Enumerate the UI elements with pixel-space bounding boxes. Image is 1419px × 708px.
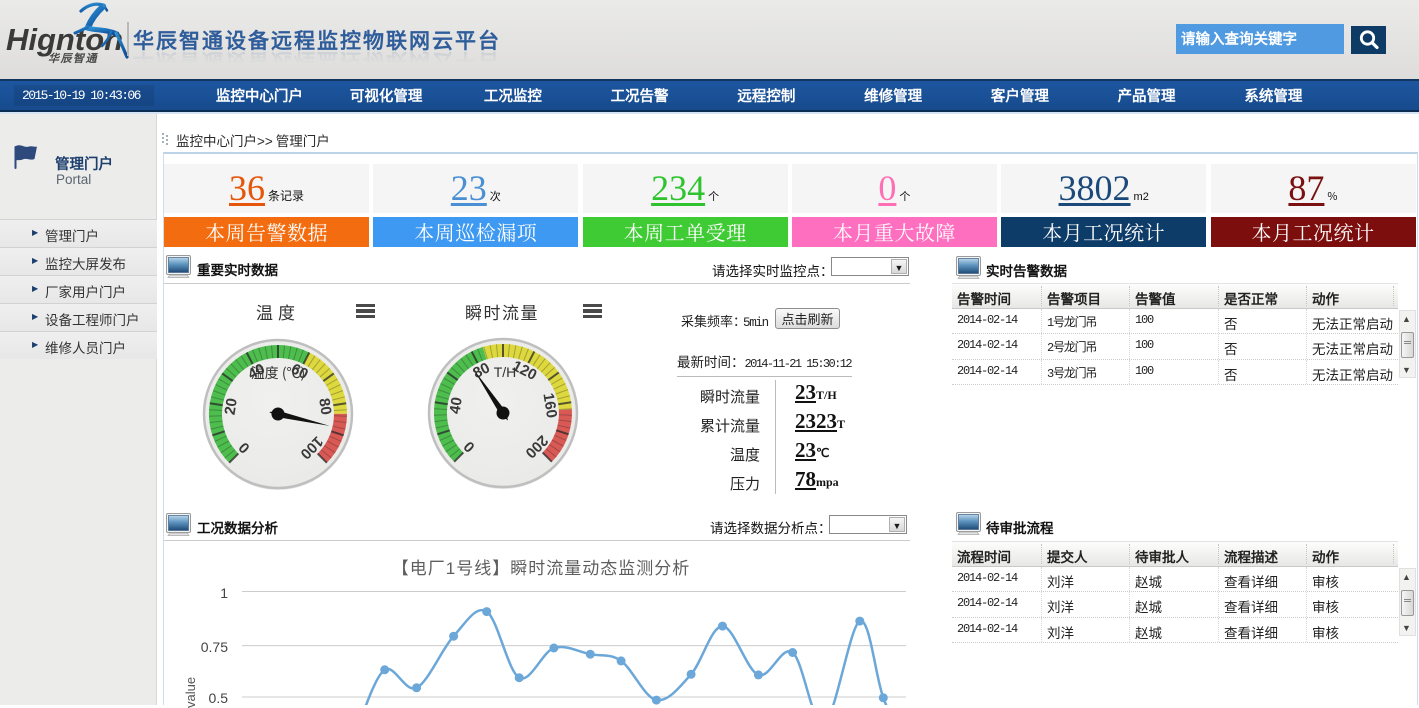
- svg-text:温度 (℃): 温度 (℃): [251, 363, 306, 383]
- svg-text:80: 80: [314, 396, 337, 416]
- svg-text:T/H: T/H: [494, 362, 517, 382]
- svg-text:40: 40: [444, 395, 467, 415]
- svg-text:160: 160: [538, 391, 563, 419]
- svg-text:20: 20: [219, 396, 242, 416]
